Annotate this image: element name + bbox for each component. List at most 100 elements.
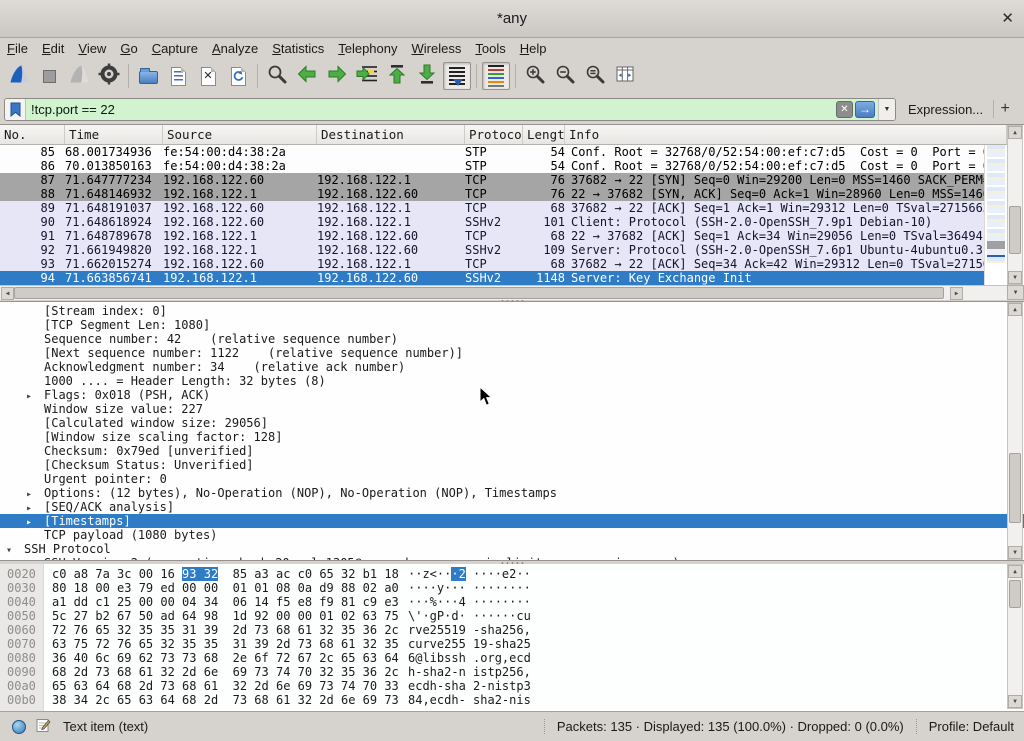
hex-bytes[interactable]: 65 63 64 68 2d 73 68 61 32 2d 6e 69 73 7… bbox=[52, 679, 399, 693]
capture-comment-icon[interactable] bbox=[36, 717, 51, 736]
scroll-thumb[interactable] bbox=[14, 287, 944, 299]
detail-line[interactable]: ▸[Timestamps] bbox=[0, 514, 1024, 528]
hex-bytes[interactable]: 68 2d 73 68 61 32 2d 6e 69 73 74 70 32 3… bbox=[52, 665, 399, 679]
hex-ascii[interactable]: 84,ecdh- sha2-nis bbox=[408, 693, 531, 707]
go-to-top-button[interactable] bbox=[383, 62, 411, 90]
detail-line[interactable]: Checksum: 0x79ed [unverified] bbox=[0, 444, 1024, 458]
hex-bytes[interactable]: 5c 27 b2 67 50 ad 64 98 1d 92 00 00 01 0… bbox=[52, 609, 399, 623]
clear-filter-icon[interactable]: ✕ bbox=[836, 101, 853, 118]
restart-capture-button[interactable] bbox=[65, 62, 93, 90]
hex-row[interactable]: 0020c0 a8 7a 3c 00 16 93 32 85 a3 ac c0 … bbox=[0, 567, 1024, 581]
go-forward-button[interactable] bbox=[323, 62, 351, 90]
column-header-destination[interactable]: Destination bbox=[317, 125, 465, 144]
detail-line[interactable]: Sequence number: 42 (relative sequence n… bbox=[0, 332, 1024, 346]
hex-row[interactable]: 00505c 27 b2 67 50 ad 64 98 1d 92 00 00 … bbox=[0, 609, 1024, 623]
menu-item-capture[interactable]: Capture bbox=[145, 40, 205, 57]
packet-row[interactable]: 9071.648618924192.168.122.60192.168.122.… bbox=[0, 215, 984, 229]
column-header-length[interactable]: Length bbox=[523, 125, 565, 144]
status-profile[interactable]: Profile: Default bbox=[916, 719, 1014, 734]
column-header-no[interactable]: No. bbox=[0, 125, 65, 144]
detail-line[interactable]: ▾SSH Protocol bbox=[0, 542, 1024, 556]
reload-file-button[interactable] bbox=[224, 62, 252, 90]
hex-ascii[interactable]: curve255 19-sha25 bbox=[408, 637, 531, 651]
hex-ascii[interactable]: rve25519 -sha256, bbox=[408, 623, 531, 637]
hex-row[interactable]: 0040a1 dd c1 25 00 00 04 34 06 14 f5 e8 … bbox=[0, 595, 1024, 609]
hex-bytes[interactable]: 38 34 2c 65 63 64 68 2d 73 68 61 32 2d 6… bbox=[52, 693, 399, 707]
scroll-thumb[interactable] bbox=[1009, 580, 1021, 608]
packet-row[interactable]: 8670.013850163fe:54:00:d4:38:2aSTP54Conf… bbox=[0, 159, 984, 173]
save-file-button[interactable] bbox=[164, 62, 192, 90]
hex-row[interactable]: 009068 2d 73 68 61 32 2d 6e 69 73 74 70 … bbox=[0, 665, 1024, 679]
colorize-button[interactable] bbox=[482, 62, 510, 90]
detail-line[interactable]: ▸[SEQ/ACK analysis] bbox=[0, 500, 1024, 514]
menu-item-tools[interactable]: Tools bbox=[468, 40, 512, 57]
packet-row[interactable]: 8771.647777234192.168.122.60192.168.122.… bbox=[0, 173, 984, 187]
expert-info-icon[interactable] bbox=[12, 720, 26, 734]
hex-bytes[interactable]: 80 18 00 e3 79 ed 00 00 01 01 08 0a d9 8… bbox=[52, 581, 399, 595]
hex-ascii[interactable]: 6@libssh .org,ecd bbox=[408, 651, 531, 665]
hex-bytes[interactable]: a1 dd c1 25 00 00 04 34 06 14 f5 e8 f9 8… bbox=[52, 595, 399, 609]
scroll-down-arrow[interactable]: ▼ bbox=[1008, 546, 1022, 559]
display-filter-input[interactable]: !tcp.port == 22 ✕ → ▼ bbox=[4, 98, 896, 121]
apply-filter-icon[interactable]: → bbox=[855, 101, 875, 118]
scroll-up-arrow[interactable]: ▲ bbox=[1008, 126, 1022, 139]
hex-row[interactable]: 00b038 34 2c 65 63 64 68 2d 73 68 61 32 … bbox=[0, 693, 1024, 707]
menu-item-analyze[interactable]: Analyze bbox=[205, 40, 265, 57]
menu-item-edit[interactable]: Edit bbox=[35, 40, 71, 57]
hex-bytes[interactable]: c0 a8 7a 3c 00 16 93 32 85 a3 ac c0 65 3… bbox=[52, 567, 399, 581]
packet-row[interactable]: 9471.663856741192.168.122.1192.168.122.6… bbox=[0, 271, 984, 285]
detail-line[interactable]: ▸Options: (12 bytes), No-Operation (NOP)… bbox=[0, 486, 1024, 500]
zoom-out-button[interactable] bbox=[551, 62, 579, 90]
detail-line[interactable]: Window size value: 227 bbox=[0, 402, 1024, 416]
close-window-icon[interactable]: ✕ bbox=[1001, 9, 1014, 27]
scroll-up-arrow[interactable]: ▲ bbox=[1008, 303, 1022, 316]
start-capture-button[interactable] bbox=[5, 62, 33, 90]
scroll-thumb[interactable] bbox=[1009, 206, 1021, 254]
go-to-packet-button[interactable] bbox=[353, 62, 381, 90]
menu-item-go[interactable]: Go bbox=[113, 40, 144, 57]
packet-list-vscrollbar[interactable]: ▲ ▼ bbox=[1007, 125, 1023, 285]
resize-columns-button[interactable] bbox=[611, 62, 639, 90]
hex-row[interactable]: 003080 18 00 e3 79 ed 00 00 01 01 08 0a … bbox=[0, 581, 1024, 595]
capture-options-button[interactable] bbox=[95, 62, 123, 90]
open-file-button[interactable] bbox=[134, 62, 162, 90]
zoom-original-button[interactable] bbox=[581, 62, 609, 90]
go-back-button[interactable] bbox=[293, 62, 321, 90]
close-file-button[interactable]: ✕ bbox=[194, 62, 222, 90]
find-packet-button[interactable] bbox=[263, 62, 291, 90]
hex-bytes[interactable]: 72 76 65 32 35 35 31 39 2d 73 68 61 32 3… bbox=[52, 623, 399, 637]
expanded-arrow-icon[interactable]: ▾ bbox=[6, 544, 24, 558]
menu-item-statistics[interactable]: Statistics bbox=[265, 40, 331, 57]
menu-item-help[interactable]: Help bbox=[513, 40, 554, 57]
scroll-thumb[interactable] bbox=[1009, 453, 1021, 523]
bytes-vscrollbar[interactable]: ▲ ▼ bbox=[1007, 564, 1023, 709]
column-header-info[interactable]: Info bbox=[565, 125, 1007, 144]
hex-bytes[interactable]: 36 40 6c 69 62 73 73 68 2e 6f 72 67 2c 6… bbox=[52, 651, 399, 665]
hex-ascii[interactable]: h-sha2-n istp256, bbox=[408, 665, 531, 679]
hex-row[interactable]: 006072 76 65 32 35 35 31 39 2d 73 68 61 … bbox=[0, 623, 1024, 637]
hex-ascii[interactable]: \'·gP·d· ······cu bbox=[408, 609, 531, 623]
hex-ascii[interactable]: ····y··· ········ bbox=[408, 581, 531, 595]
scroll-up-arrow[interactable]: ▲ bbox=[1008, 565, 1022, 578]
packet-row[interactable]: 9171.648789678192.168.122.1192.168.122.6… bbox=[0, 229, 984, 243]
filter-text[interactable]: !tcp.port == 22 bbox=[26, 102, 836, 117]
detail-line[interactable]: Urgent pointer: 0 bbox=[0, 472, 1024, 486]
menu-item-telephony[interactable]: Telephony bbox=[331, 40, 404, 57]
scroll-right-arrow[interactable]: ▶ bbox=[950, 287, 963, 300]
detail-line[interactable]: [Stream index: 0] bbox=[0, 304, 1024, 318]
hex-bytes[interactable]: 63 75 72 76 65 32 35 35 31 39 2d 73 68 6… bbox=[52, 637, 399, 651]
detail-line[interactable]: [Next sequence number: 1122 (relative se… bbox=[0, 346, 1024, 360]
packet-row[interactable]: 9371.662015274192.168.122.60192.168.122.… bbox=[0, 257, 984, 271]
detail-line[interactable]: [TCP Segment Len: 1080] bbox=[0, 318, 1024, 332]
packet-row[interactable]: 8568.001734936fe:54:00:d4:38:2aSTP54Conf… bbox=[0, 145, 984, 159]
menu-item-view[interactable]: View bbox=[71, 40, 113, 57]
menu-item-wireless[interactable]: Wireless bbox=[405, 40, 469, 57]
scroll-left-arrow[interactable]: ◀ bbox=[1, 287, 14, 300]
filter-dropdown-icon[interactable]: ▼ bbox=[878, 99, 895, 120]
column-header-protocol[interactable]: Protocol bbox=[465, 125, 523, 144]
stop-capture-button[interactable] bbox=[35, 62, 63, 90]
hex-ascii[interactable]: ecdh-sha 2-nistp3 bbox=[408, 679, 531, 693]
detail-line[interactable]: 1000 .... = Header Length: 32 bytes (8) bbox=[0, 374, 1024, 388]
column-header-source[interactable]: Source bbox=[163, 125, 317, 144]
packet-list-hscrollbar[interactable]: ◀ ▶ bbox=[0, 285, 1007, 300]
